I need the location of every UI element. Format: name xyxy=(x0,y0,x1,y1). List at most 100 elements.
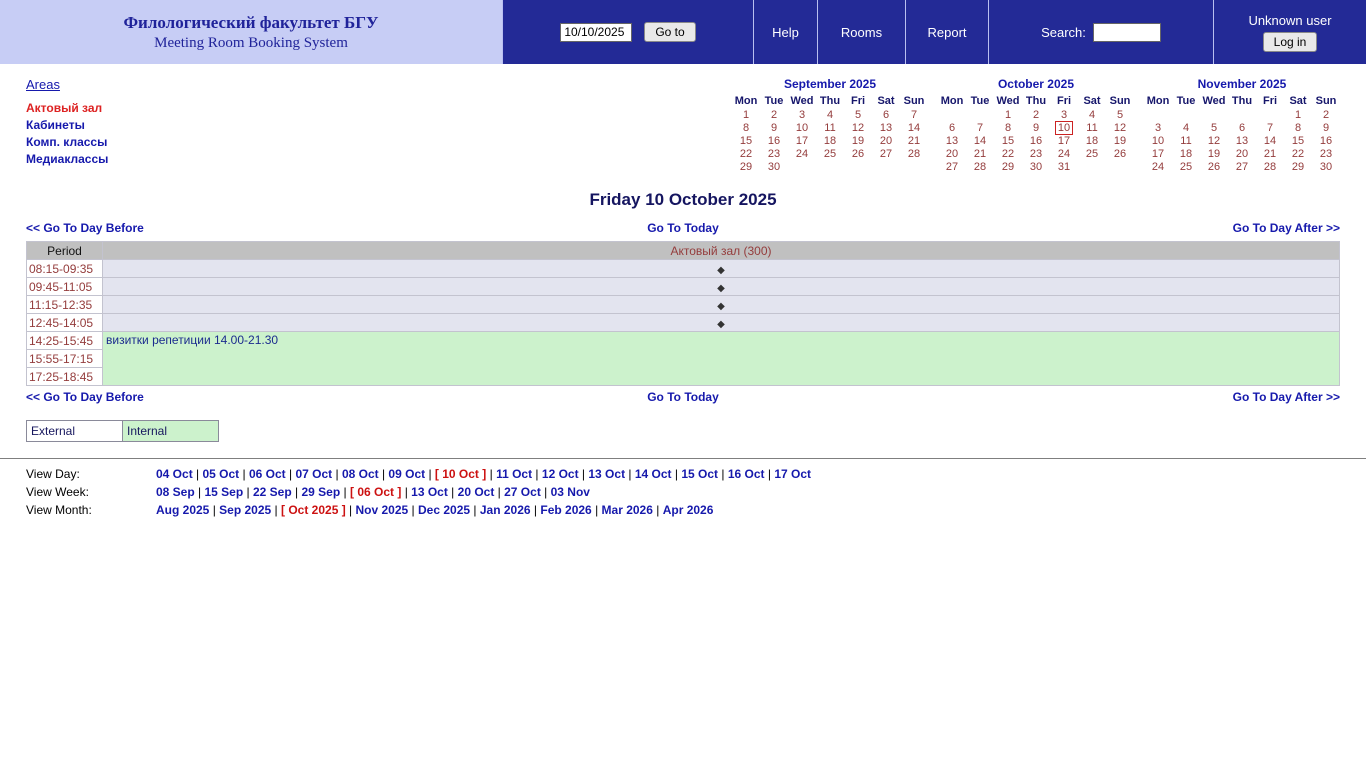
calendar-day-link[interactable]: 25 xyxy=(1086,148,1098,160)
calendar-day-link[interactable]: 17 xyxy=(1058,135,1070,147)
view-nav-link[interactable]: 22 Sep xyxy=(253,485,292,499)
calendar-day-link[interactable]: 6 xyxy=(949,122,955,134)
calendar-day-link[interactable]: 2 xyxy=(1323,109,1329,121)
calendar-day-link[interactable]: 4 xyxy=(1183,122,1189,134)
calendar-day-link[interactable]: 16 xyxy=(1320,135,1332,147)
calendar-day-link[interactable]: 14 xyxy=(908,122,920,134)
calendar-day-link[interactable]: 11 xyxy=(824,122,835,134)
calendar-day-link[interactable]: 22 xyxy=(740,148,752,160)
area-link[interactable]: Кабинеты xyxy=(26,118,108,132)
calendar-day-link[interactable]: 21 xyxy=(974,148,986,160)
view-nav-link[interactable]: Sep 2025 xyxy=(219,503,271,517)
calendar-day-link[interactable]: 12 xyxy=(852,122,864,134)
calendar-day-link[interactable]: 9 xyxy=(1323,122,1329,134)
calendar-day-link[interactable]: 10 xyxy=(1152,135,1164,147)
new-booking-icon[interactable]: ◆ xyxy=(717,265,725,276)
calendar-day-link[interactable]: 20 xyxy=(880,135,892,147)
calendar-day-link[interactable]: 18 xyxy=(1180,148,1192,160)
new-booking-icon[interactable]: ◆ xyxy=(717,283,725,294)
calendar-day-link[interactable]: 29 xyxy=(1002,161,1014,173)
calendar-day-link[interactable]: 13 xyxy=(946,135,958,147)
calendar-day-link[interactable]: 7 xyxy=(977,122,983,134)
view-nav-link[interactable]: 12 Oct xyxy=(542,467,579,481)
mrbs-home-link[interactable]: Meeting Room Booking System xyxy=(154,35,348,52)
calendar-day-link[interactable]: 14 xyxy=(1264,135,1276,147)
calendar-day-link[interactable]: 12 xyxy=(1114,122,1126,134)
calendar-day-link[interactable]: 3 xyxy=(1061,109,1067,121)
view-nav-link[interactable]: 07 Oct xyxy=(295,467,332,481)
view-nav-link[interactable]: 17 Oct xyxy=(774,467,811,481)
go-day-before-link[interactable]: << Go To Day Before xyxy=(26,221,464,235)
help-link[interactable]: Help xyxy=(772,25,799,40)
calendar-day-link[interactable]: 7 xyxy=(911,109,917,121)
login-button[interactable]: Log in xyxy=(1263,32,1318,52)
calendar-day-link[interactable]: 25 xyxy=(824,148,836,160)
view-nav-link[interactable]: Dec 2025 xyxy=(418,503,470,517)
calendar-day-link[interactable]: 30 xyxy=(1320,161,1332,173)
view-nav-link[interactable]: Mar 2026 xyxy=(602,503,653,517)
calendar-day-link[interactable]: 5 xyxy=(855,109,861,121)
calendar-day-link[interactable]: 2 xyxy=(1033,109,1039,121)
calendar-day-link[interactable]: 6 xyxy=(1239,122,1245,134)
search-input[interactable] xyxy=(1093,23,1161,42)
go-day-after-link[interactable]: Go To Day After >> xyxy=(902,390,1340,404)
period-cell[interactable]: 12:45-14:05 xyxy=(27,314,103,332)
calendar-day-link[interactable]: 11 xyxy=(1180,135,1191,147)
calendar-day-link[interactable]: 8 xyxy=(743,122,749,134)
calendar-day-link[interactable]: 1 xyxy=(1295,109,1301,121)
empty-slot-cell[interactable]: ◆ xyxy=(103,314,1340,332)
view-nav-link[interactable]: 08 Sep xyxy=(156,485,195,499)
period-cell[interactable]: 09:45-11:05 xyxy=(27,278,103,296)
calendar-day-link[interactable]: 28 xyxy=(974,161,986,173)
calendar-day-link[interactable]: 22 xyxy=(1292,148,1304,160)
view-nav-link[interactable]: 04 Oct xyxy=(156,467,193,481)
calendar-day-link[interactable]: 21 xyxy=(908,135,920,147)
period-cell[interactable]: 15:55-17:15 xyxy=(27,350,103,368)
calendar-day-link[interactable]: 13 xyxy=(880,122,892,134)
go-today-link[interactable]: Go To Today xyxy=(464,390,902,404)
calendar-day-link[interactable]: 16 xyxy=(1030,135,1042,147)
calendar-day-link[interactable]: 29 xyxy=(1292,161,1304,173)
go-day-after-link[interactable]: Go To Day After >> xyxy=(902,221,1340,235)
calendar-day-link[interactable]: 3 xyxy=(799,109,805,121)
view-nav-link[interactable]: 08 Oct xyxy=(342,467,379,481)
rooms-link[interactable]: Rooms xyxy=(841,25,882,40)
view-nav-link[interactable]: 13 Oct xyxy=(411,485,448,499)
calendar-day-link[interactable]: 20 xyxy=(946,148,958,160)
view-nav-link[interactable]: 09 Oct xyxy=(388,467,425,481)
areas-heading-link[interactable]: Areas xyxy=(26,77,60,92)
calendar-day-link[interactable]: 3 xyxy=(1155,122,1161,134)
view-nav-link[interactable]: 11 Oct xyxy=(496,467,532,481)
calendar-day-link[interactable]: 10 xyxy=(1055,121,1073,135)
goto-button[interactable]: Go to xyxy=(644,22,695,42)
calendar-day-link[interactable]: 5 xyxy=(1117,109,1123,121)
calendar-day-link[interactable]: 1 xyxy=(1005,109,1011,121)
calendar-day-link[interactable]: 14 xyxy=(974,135,986,147)
calendar-day-link[interactable]: 19 xyxy=(1208,148,1220,160)
period-cell[interactable]: 11:15-12:35 xyxy=(27,296,103,314)
view-nav-link[interactable]: 20 Oct xyxy=(458,485,495,499)
calendar-day-link[interactable]: 15 xyxy=(1002,135,1014,147)
period-cell[interactable]: 08:15-09:35 xyxy=(27,260,103,278)
calendar-month-link[interactable]: October 2025 xyxy=(938,77,1134,94)
calendar-day-link[interactable]: 22 xyxy=(1002,148,1014,160)
view-nav-link[interactable]: 16 Oct xyxy=(728,467,765,481)
calendar-month-link[interactable]: November 2025 xyxy=(1144,77,1340,94)
calendar-day-link[interactable]: 24 xyxy=(1152,161,1164,173)
calendar-day-link[interactable]: 15 xyxy=(740,135,752,147)
calendar-day-link[interactable]: 26 xyxy=(1114,148,1126,160)
go-today-link[interactable]: Go To Today xyxy=(464,221,902,235)
view-nav-link[interactable]: 15 Oct xyxy=(681,467,718,481)
calendar-day-link[interactable]: 11 xyxy=(1086,122,1097,134)
calendar-day-link[interactable]: 4 xyxy=(827,109,833,121)
calendar-day-link[interactable]: 9 xyxy=(771,122,777,134)
calendar-day-link[interactable]: 1 xyxy=(743,109,749,121)
calendar-day-link[interactable]: 18 xyxy=(1086,135,1098,147)
calendar-day-link[interactable]: 15 xyxy=(1292,135,1304,147)
calendar-day-link[interactable]: 10 xyxy=(796,122,808,134)
room-link[interactable]: Актовый зал (300) xyxy=(671,244,772,258)
calendar-day-link[interactable]: 28 xyxy=(1264,161,1276,173)
calendar-day-link[interactable]: 30 xyxy=(768,161,780,173)
period-cell[interactable]: 14:25-15:45 xyxy=(27,332,103,350)
calendar-day-link[interactable]: 27 xyxy=(1236,161,1248,173)
